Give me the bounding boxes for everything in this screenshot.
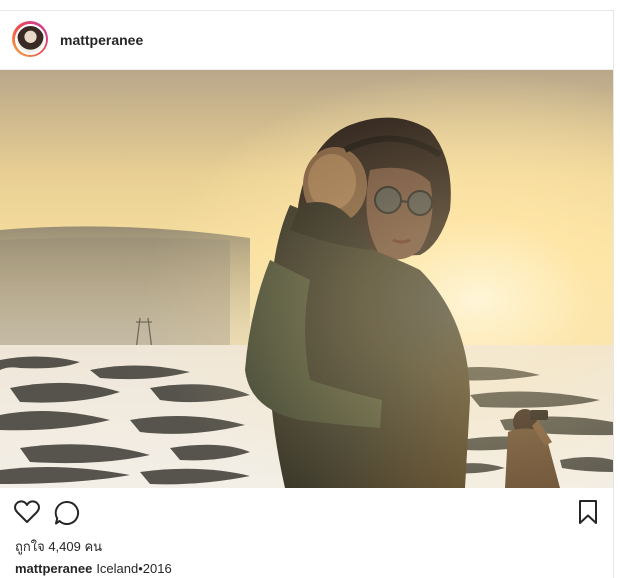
post-header: mattperanee	[0, 10, 613, 70]
instagram-post-page: mattperanee ถูกใจ 4,409 คน mattperanee I…	[0, 0, 620, 578]
heart-icon[interactable]	[14, 500, 40, 529]
username-link[interactable]: mattperanee	[60, 32, 143, 48]
comment-bubble-icon[interactable]	[54, 500, 80, 531]
post-caption: mattperanee Iceland•2016	[15, 561, 172, 576]
avatar[interactable]	[14, 23, 46, 55]
caption-text: Iceland•2016	[96, 561, 172, 576]
bookmark-icon[interactable]	[578, 499, 598, 530]
post-actions-bar: ถูกใจ 4,409 คน mattperanee Iceland•2016	[0, 488, 613, 578]
likes-count[interactable]: ถูกใจ 4,409 คน	[15, 536, 102, 557]
post-photo[interactable]	[0, 70, 613, 488]
caption-username[interactable]: mattperanee	[15, 561, 92, 576]
avatar-story-ring[interactable]	[12, 21, 48, 57]
photo-scene	[0, 70, 613, 488]
post-card: mattperanee ถูกใจ 4,409 คน mattperanee I…	[0, 10, 614, 578]
